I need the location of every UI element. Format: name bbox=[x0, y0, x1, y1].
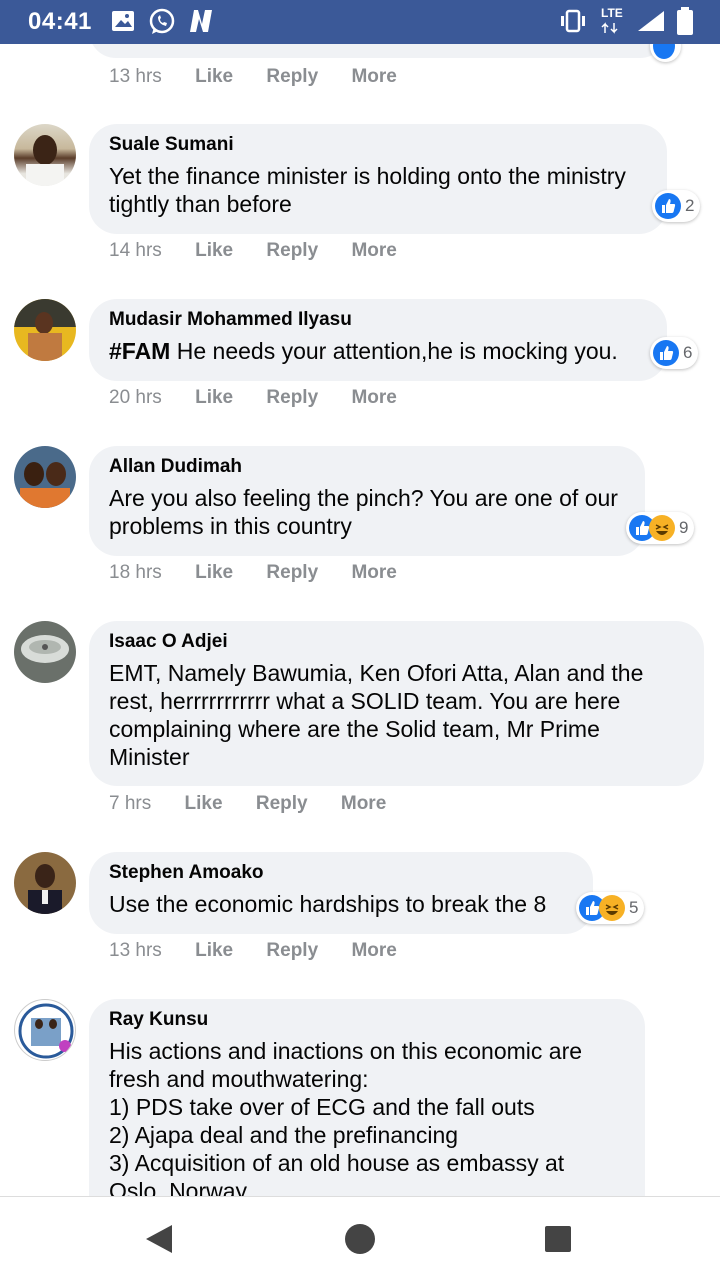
like-button[interactable]: Like bbox=[195, 940, 233, 961]
comment-text: #FAM He needs your attention,he is mocki… bbox=[109, 337, 647, 365]
comment-text-line: 3) Acquisition of an old house as embass… bbox=[109, 1150, 565, 1176]
more-button[interactable]: More bbox=[351, 66, 396, 87]
comment-author[interactable]: Mudasir Mohammed Ilyasu bbox=[109, 309, 647, 331]
comment-time: 13 hrs bbox=[109, 66, 162, 87]
reaction-badge[interactable]: 5 bbox=[576, 892, 645, 924]
gallery-icon bbox=[112, 11, 134, 31]
avatar[interactable] bbox=[14, 621, 76, 683]
comment-bubble[interactable]: Stephen Amoako Use the economic hardship… bbox=[89, 852, 593, 934]
reaction-count: 9 bbox=[679, 518, 689, 537]
comment-text-line: 1) PDS take over of ECG and the fall out… bbox=[109, 1094, 535, 1120]
data-arrows-icon bbox=[601, 22, 618, 34]
avatar[interactable] bbox=[14, 446, 76, 508]
reply-button[interactable]: Reply bbox=[266, 562, 318, 583]
comment-feed[interactable]: 13 hrs Like Reply More Suale Sumani Yet … bbox=[0, 44, 720, 1196]
reaction-badge[interactable]: 2 bbox=[652, 190, 701, 222]
comment-actions: 18 hrs Like Reply More bbox=[109, 562, 425, 584]
like-button[interactable]: Like bbox=[195, 240, 233, 261]
like-reaction-icon bbox=[655, 193, 681, 219]
comment-time: 14 hrs bbox=[109, 240, 162, 261]
comment-text-line: fresh and mouthwatering: bbox=[109, 1066, 369, 1092]
like-button[interactable]: Like bbox=[195, 387, 233, 408]
recents-icon[interactable] bbox=[544, 1225, 572, 1253]
comment-text-body: He needs your attention,he is mocking yo… bbox=[176, 338, 618, 364]
comment-author[interactable]: Ray Kunsu bbox=[109, 1009, 625, 1031]
comment-text: His actions and inactions on this econom… bbox=[109, 1037, 625, 1196]
reaction-badge[interactable] bbox=[650, 44, 681, 62]
comment-text: Are you also feeling the pinch? You are … bbox=[109, 485, 618, 539]
comment-actions: 13 hrs Like Reply More bbox=[109, 66, 425, 88]
reply-button[interactable]: Reply bbox=[256, 793, 308, 814]
comment-author[interactable]: Isaac O Adjei bbox=[109, 631, 684, 653]
comment-author[interactable]: Allan Dudimah bbox=[109, 456, 625, 478]
comment-text-line: Oslo, Norway bbox=[109, 1178, 248, 1196]
haha-reaction-icon bbox=[649, 515, 675, 541]
comment-text: EMT, Namely Bawumia, Ken Ofori Atta, Ala… bbox=[109, 660, 644, 770]
comment-text: Use the economic hardships to break the … bbox=[109, 891, 547, 917]
signal-icon bbox=[638, 11, 664, 31]
avatar-photo bbox=[18, 1003, 74, 1059]
comment-author[interactable]: Suale Sumani bbox=[109, 134, 647, 156]
comment-actions: 14 hrs Like Reply More bbox=[109, 240, 425, 262]
comment-time: 20 hrs bbox=[109, 387, 162, 408]
comment-time: 7 hrs bbox=[109, 793, 152, 814]
comment-bubble[interactable]: Allan Dudimah Are you also feeling the p… bbox=[89, 446, 645, 556]
comment-bubble[interactable] bbox=[89, 44, 667, 58]
hashtag[interactable]: #FAM bbox=[109, 338, 170, 364]
reaction-count: 2 bbox=[685, 196, 695, 215]
avatar-photo bbox=[20, 462, 70, 508]
avatar[interactable] bbox=[14, 999, 76, 1061]
comment-author[interactable]: Stephen Amoako bbox=[109, 862, 573, 884]
like-button[interactable]: Like bbox=[195, 66, 233, 87]
navigation-bar bbox=[0, 1196, 720, 1281]
reply-button[interactable]: Reply bbox=[266, 940, 318, 961]
comment-text-line: His actions and inactions on this econom… bbox=[109, 1038, 583, 1064]
reaction-count: 6 bbox=[683, 343, 693, 362]
back-icon[interactable] bbox=[144, 1223, 174, 1255]
comment-bubble[interactable]: Mudasir Mohammed Ilyasu #FAM He needs yo… bbox=[89, 299, 667, 381]
home-icon[interactable] bbox=[344, 1223, 376, 1255]
comment-time: 18 hrs bbox=[109, 562, 162, 583]
like-reaction-icon bbox=[653, 44, 675, 59]
like-button[interactable]: Like bbox=[195, 562, 233, 583]
comment-actions: 20 hrs Like Reply More bbox=[109, 387, 425, 409]
more-button[interactable]: More bbox=[351, 940, 396, 961]
like-button[interactable]: Like bbox=[185, 793, 223, 814]
comment-bubble[interactable]: Isaac O Adjei EMT, Namely Bawumia, Ken O… bbox=[89, 621, 704, 786]
more-button[interactable]: More bbox=[351, 240, 396, 261]
avatar-photo bbox=[26, 135, 64, 186]
reply-button[interactable]: Reply bbox=[266, 240, 318, 261]
notification-app-icon bbox=[190, 10, 212, 32]
battery-icon bbox=[677, 7, 693, 35]
comment-time: 13 hrs bbox=[109, 940, 162, 961]
network-type: LTE bbox=[601, 6, 623, 20]
more-button[interactable]: More bbox=[351, 387, 396, 408]
haha-reaction-icon bbox=[599, 895, 625, 921]
comment-actions: 13 hrs Like Reply More bbox=[109, 940, 425, 962]
comment-bubble[interactable]: Ray Kunsu His actions and inactions on t… bbox=[89, 999, 645, 1196]
more-button[interactable]: More bbox=[351, 562, 396, 583]
comment-actions: 7 hrs Like Reply More bbox=[109, 793, 414, 815]
reply-button[interactable]: Reply bbox=[266, 387, 318, 408]
avatar-photo bbox=[28, 864, 62, 914]
more-button[interactable]: More bbox=[341, 793, 386, 814]
status-bar: 04:41 LTE bbox=[0, 0, 720, 44]
status-time: 04:41 bbox=[28, 8, 92, 35]
avatar[interactable] bbox=[14, 299, 76, 361]
comment-bubble[interactable]: Suale Sumani Yet the finance minister is… bbox=[89, 124, 667, 234]
avatar[interactable] bbox=[14, 852, 76, 914]
reply-button[interactable]: Reply bbox=[266, 66, 318, 87]
comment-text: Yet the finance minister is holding onto… bbox=[109, 163, 626, 217]
avatar[interactable] bbox=[14, 124, 76, 186]
reaction-count: 5 bbox=[629, 898, 639, 917]
whatsapp-icon bbox=[149, 8, 175, 34]
comment-text-line: 2) Ajapa deal and the prefinancing bbox=[109, 1122, 459, 1148]
reaction-badge[interactable]: 9 bbox=[626, 512, 695, 544]
reaction-badge[interactable]: 6 bbox=[650, 337, 699, 369]
avatar-photo bbox=[21, 635, 69, 663]
avatar-photo bbox=[14, 299, 76, 361]
like-reaction-icon bbox=[653, 340, 679, 366]
vibrate-icon bbox=[561, 9, 585, 33]
